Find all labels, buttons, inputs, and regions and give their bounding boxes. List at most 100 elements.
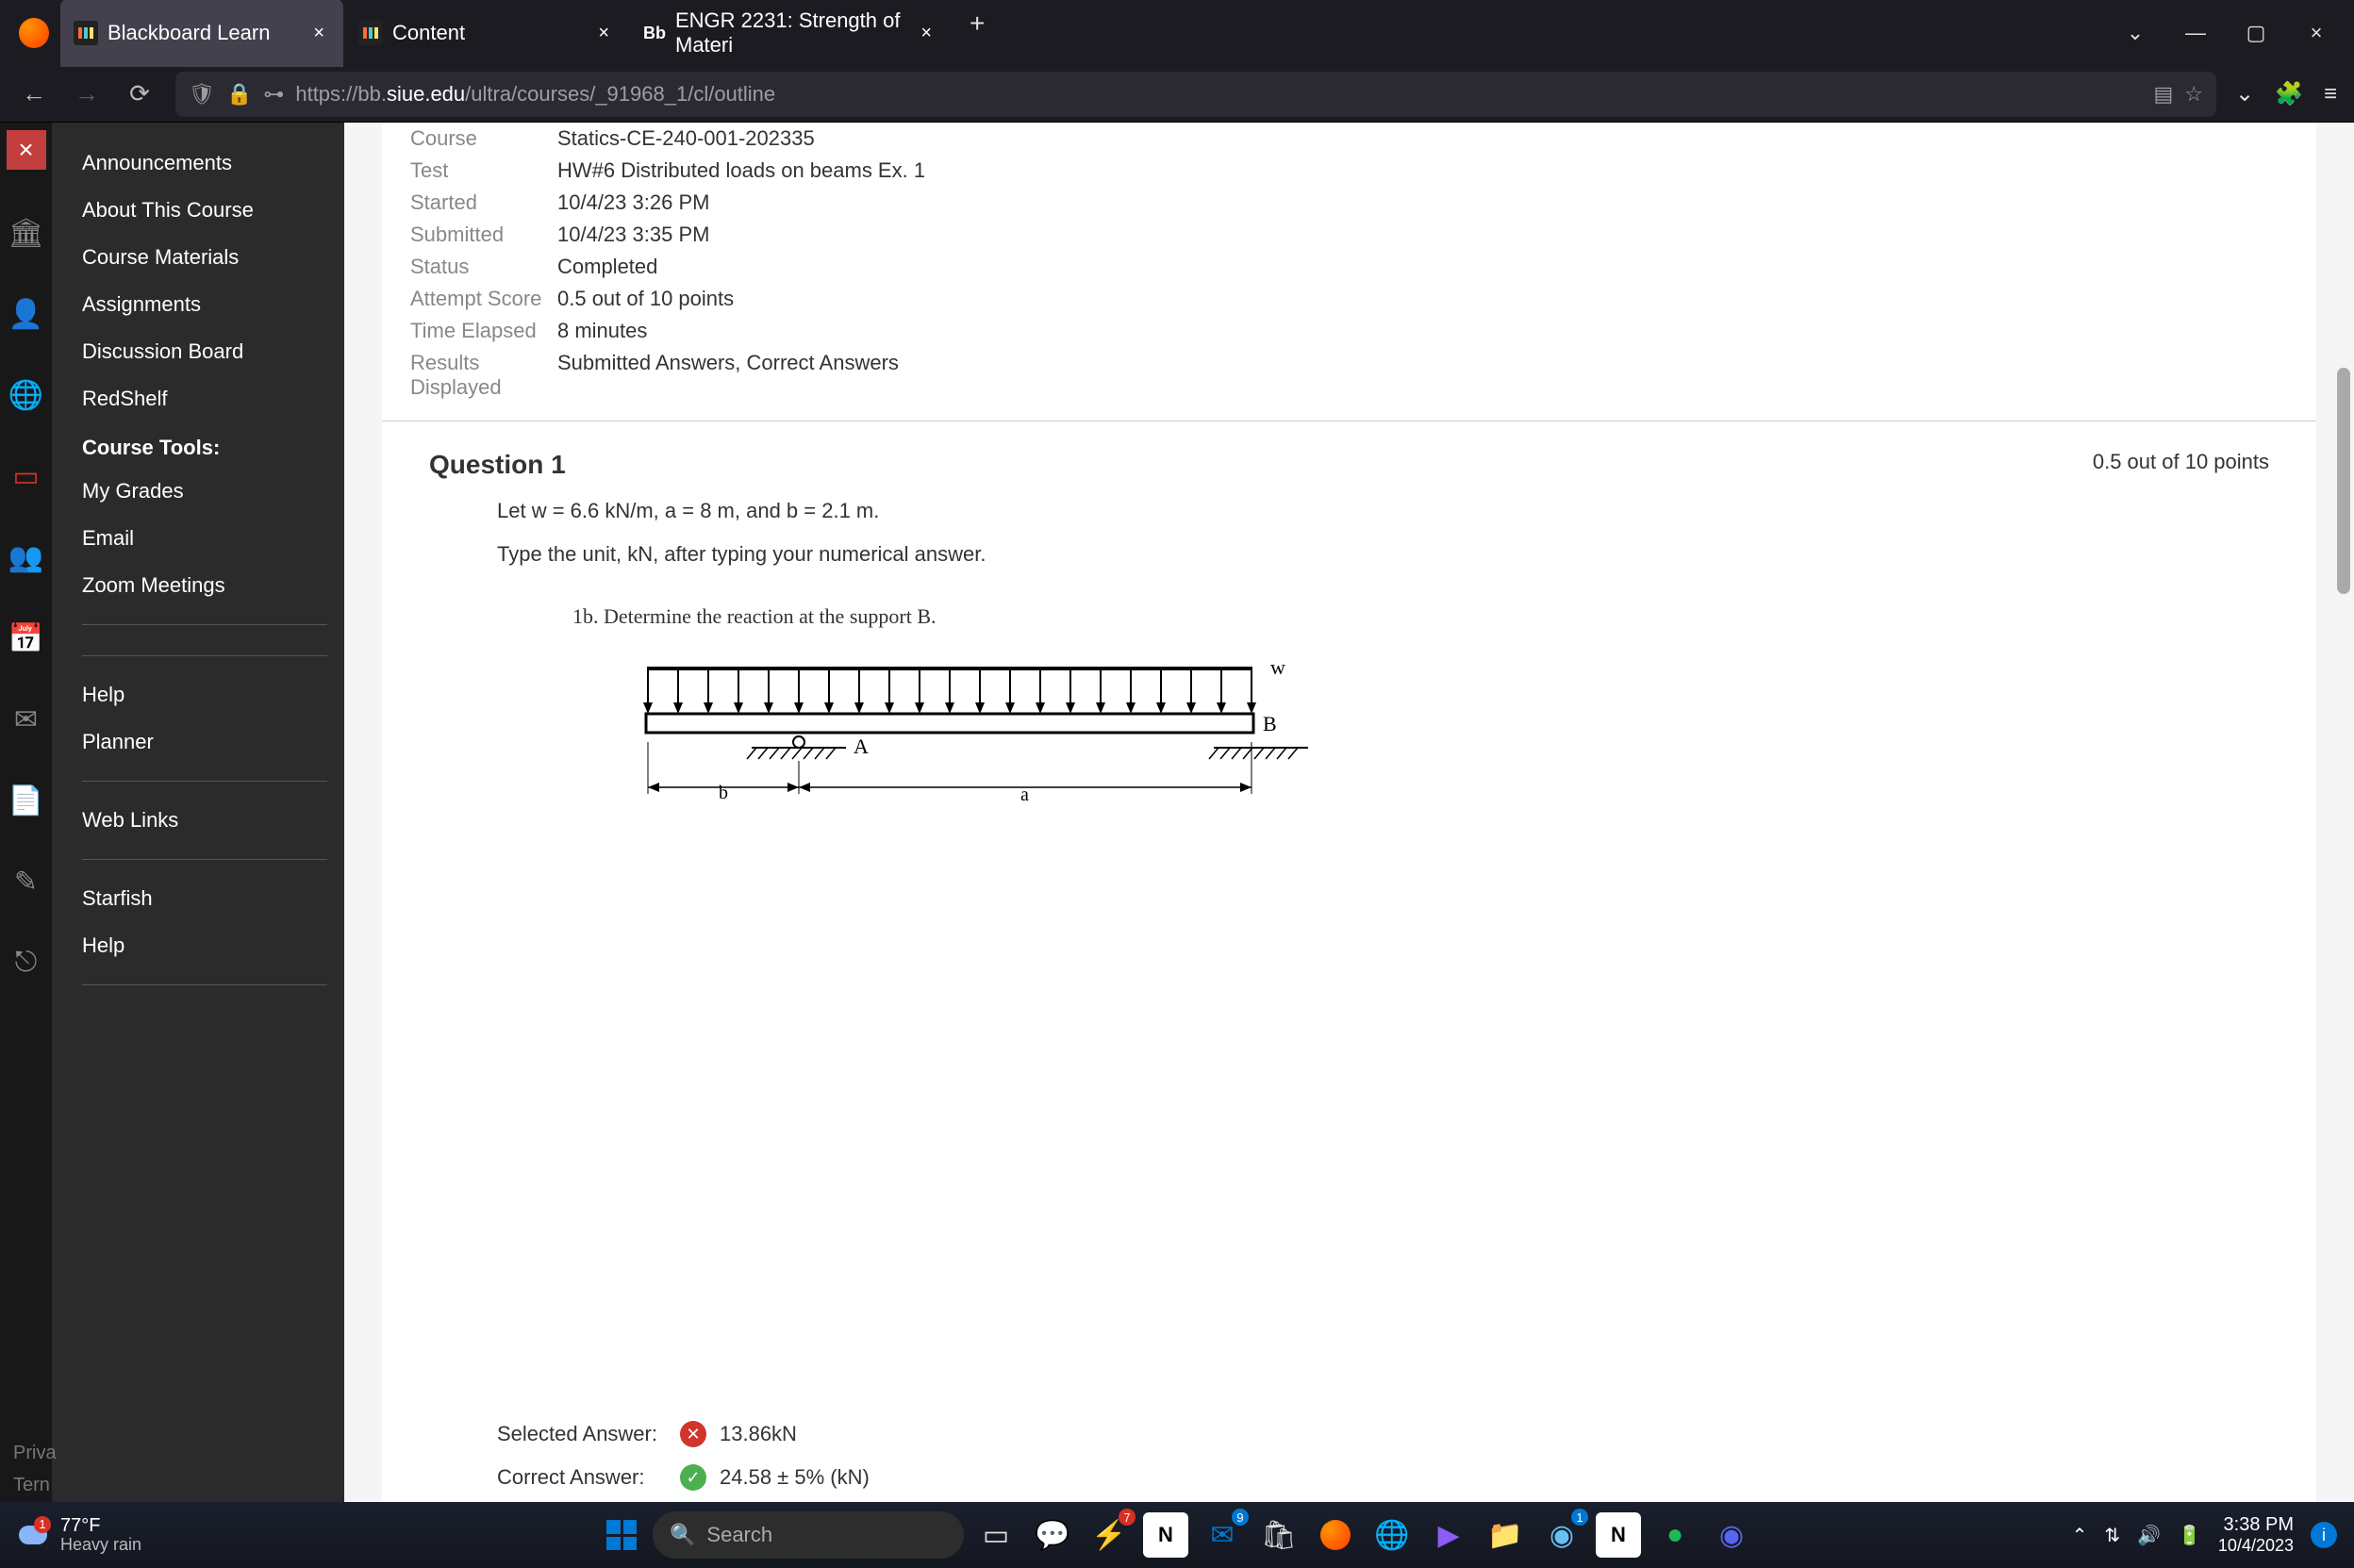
tab-close-icon[interactable]: ×: [307, 21, 330, 46]
mail-icon[interactable]: ✉9: [1200, 1512, 1245, 1558]
weather-widget[interactable]: 1 77°F Heavy rain: [17, 1515, 141, 1555]
window-controls: ⌄ — ▢ ×: [2105, 21, 2346, 45]
institution-icon[interactable]: 🏛: [8, 215, 44, 251]
messages-icon[interactable]: ✉: [8, 701, 44, 737]
steam-icon[interactable]: ◉1: [1539, 1512, 1584, 1558]
tab-close-icon[interactable]: ×: [592, 21, 615, 46]
question-body: Let w = 6.6 kN/m, a = 8 m, and b = 2.1 m…: [429, 499, 2269, 1396]
tab-engr[interactable]: Bb ENGR 2231: Strength of Materi ×: [630, 0, 951, 67]
notion2-icon[interactable]: N: [1596, 1512, 1641, 1558]
store-icon[interactable]: 🛍: [1256, 1512, 1301, 1558]
nav-announcements[interactable]: Announcements: [82, 140, 327, 187]
extensions-icon[interactable]: 🧩: [2275, 80, 2303, 107]
beam-diagram: w B: [572, 657, 1346, 827]
taskbar-search[interactable]: 🔍 Search: [653, 1511, 964, 1559]
taskbar-pinned: ▭ 💬 ⚡7 N ✉9 🛍 🌐 ▶ 📁 ◉1 N ● ◉: [973, 1512, 1754, 1558]
reload-button[interactable]: ⟳: [123, 77, 157, 111]
tools-icon[interactable]: ✎: [8, 864, 44, 900]
courses-icon[interactable]: ▭: [8, 458, 44, 494]
edge-icon[interactable]: 🌐: [1369, 1512, 1415, 1558]
question-points: 0.5 out of 10 points: [2093, 450, 2269, 480]
meta-row: Started10/4/23 3:26 PM: [410, 187, 2288, 219]
privacy-link[interactable]: Priva: [13, 1443, 57, 1464]
weather-badge: 1: [34, 1516, 51, 1533]
explorer-icon[interactable]: 📁: [1483, 1512, 1528, 1558]
nav-redshelf[interactable]: RedShelf: [82, 375, 327, 422]
question-title: Question 1: [429, 450, 566, 480]
nav-email[interactable]: Email: [82, 515, 327, 562]
nav-assignments[interactable]: Assignments: [82, 281, 327, 328]
discord-icon[interactable]: ◉: [1709, 1512, 1754, 1558]
back-button[interactable]: ←: [17, 77, 51, 111]
tab-content[interactable]: Content ×: [345, 0, 628, 67]
signout-icon[interactable]: ⎋: [8, 945, 44, 981]
activity-icon[interactable]: 🌐: [8, 377, 44, 413]
nav-mygrades[interactable]: My Grades: [82, 468, 327, 515]
tab-close-icon[interactable]: ×: [915, 21, 937, 46]
tray-volume-icon[interactable]: 🔊: [2137, 1524, 2161, 1547]
nav-planner[interactable]: Planner: [82, 718, 327, 766]
new-tab-button[interactable]: +: [953, 0, 1002, 67]
windows-taskbar: 1 77°F Heavy rain 🔍 Search ▭ 💬 ⚡7 N ✉9 🛍…: [0, 1502, 2354, 1568]
correct-answer-label: Correct Answer:: [497, 1465, 667, 1490]
label-b: b: [719, 783, 728, 803]
terms-link[interactable]: Tern: [13, 1475, 50, 1496]
calendar-icon[interactable]: 📅: [8, 620, 44, 656]
nav-help[interactable]: Help: [82, 671, 327, 718]
bookmark-star-icon[interactable]: ☆: [2184, 82, 2203, 107]
scrollbar-thumb[interactable]: [2337, 368, 2350, 594]
shield-icon[interactable]: 🛡: [189, 82, 215, 107]
clipchamp-icon[interactable]: ▶: [1426, 1512, 1471, 1558]
windows-logo-icon: [606, 1520, 637, 1550]
clock-time: 3:38 PM: [2218, 1513, 2294, 1536]
nav-weblinks[interactable]: Web Links: [82, 797, 327, 844]
menu-icon[interactable]: ≡: [2324, 81, 2337, 107]
tab-blackboard[interactable]: Blackboard Learn ×: [60, 0, 343, 67]
ultra-rail: × 🏛 👤 🌐 ▭ 👥 📅 ✉ 📄 ✎ ⎋: [0, 123, 52, 1502]
tray-chevron-icon[interactable]: ⌃: [2072, 1524, 2088, 1547]
notifications-icon[interactable]: i: [2311, 1522, 2337, 1548]
browser-toolbar: ← → ⟳ 🛡 🔒 ⊶ https://bb.siue.edu/ultra/co…: [0, 66, 2354, 123]
permissions-icon[interactable]: ⊶: [263, 82, 284, 107]
spotify-icon[interactable]: ●: [1652, 1512, 1698, 1558]
minimize-icon[interactable]: —: [2179, 21, 2213, 45]
nav-discussion[interactable]: Discussion Board: [82, 328, 327, 375]
system-tray: ⌃ ⇅ 🔊 🔋 3:38 PM 10/4/2023 i: [2072, 1513, 2337, 1557]
question-block: Question 1 0.5 out of 10 points Let w = …: [382, 421, 2316, 1502]
lock-icon[interactable]: 🔒: [226, 82, 252, 107]
chat-icon[interactable]: 💬: [1030, 1512, 1075, 1558]
meta-row: Results DisplayedSubmitted Answers, Corr…: [410, 347, 2288, 404]
firefox-task-icon[interactable]: [1313, 1512, 1358, 1558]
url-bar[interactable]: 🛡 🔒 ⊶ https://bb.siue.edu/ultra/courses/…: [175, 72, 2216, 117]
meta-row: CourseStatics-CE-240-001-202335: [410, 123, 2288, 155]
nav-zoom[interactable]: Zoom Meetings: [82, 562, 327, 609]
chevron-down-icon[interactable]: ⌄: [2118, 21, 2152, 45]
weather-icon: 1: [17, 1518, 51, 1552]
groups-icon[interactable]: 👥: [8, 539, 44, 575]
task-view-icon[interactable]: ▭: [973, 1512, 1019, 1558]
weather-temp: 77°F: [60, 1515, 141, 1536]
maximize-icon[interactable]: ▢: [2239, 21, 2273, 45]
nav-help2[interactable]: Help: [82, 922, 327, 969]
notion-icon[interactable]: N: [1143, 1512, 1188, 1558]
tray-cloud-icon[interactable]: ⇅: [2104, 1524, 2120, 1547]
close-window-icon[interactable]: ×: [2299, 21, 2333, 45]
meta-row: Time Elapsed8 minutes: [410, 315, 2288, 347]
pocket-icon[interactable]: ⌄: [2235, 80, 2254, 107]
messenger-icon[interactable]: ⚡7: [1086, 1512, 1132, 1558]
start-button[interactable]: [600, 1513, 643, 1557]
profile-icon[interactable]: 👤: [8, 296, 44, 332]
tray-battery-icon[interactable]: 🔋: [2178, 1524, 2201, 1547]
browser-tabs: Blackboard Learn × Content × Bb ENGR 223…: [60, 0, 2105, 67]
nav-materials[interactable]: Course Materials: [82, 234, 327, 281]
question-text-2: Type the unit, kN, after typing your num…: [497, 542, 2201, 567]
close-panel-button[interactable]: ×: [7, 130, 46, 170]
reader-icon[interactable]: ▤: [2153, 82, 2173, 107]
grades-icon[interactable]: 📄: [8, 783, 44, 818]
tab-favicon-chart-icon: [74, 21, 98, 45]
taskbar-clock[interactable]: 3:38 PM 10/4/2023: [2218, 1513, 2294, 1557]
nav-starfish[interactable]: Starfish: [82, 875, 327, 922]
nav-about[interactable]: About This Course: [82, 187, 327, 234]
firefox-icon: [19, 18, 49, 48]
content-panel[interactable]: CourseStatics-CE-240-001-202335 TestHW#6…: [344, 123, 2354, 1502]
